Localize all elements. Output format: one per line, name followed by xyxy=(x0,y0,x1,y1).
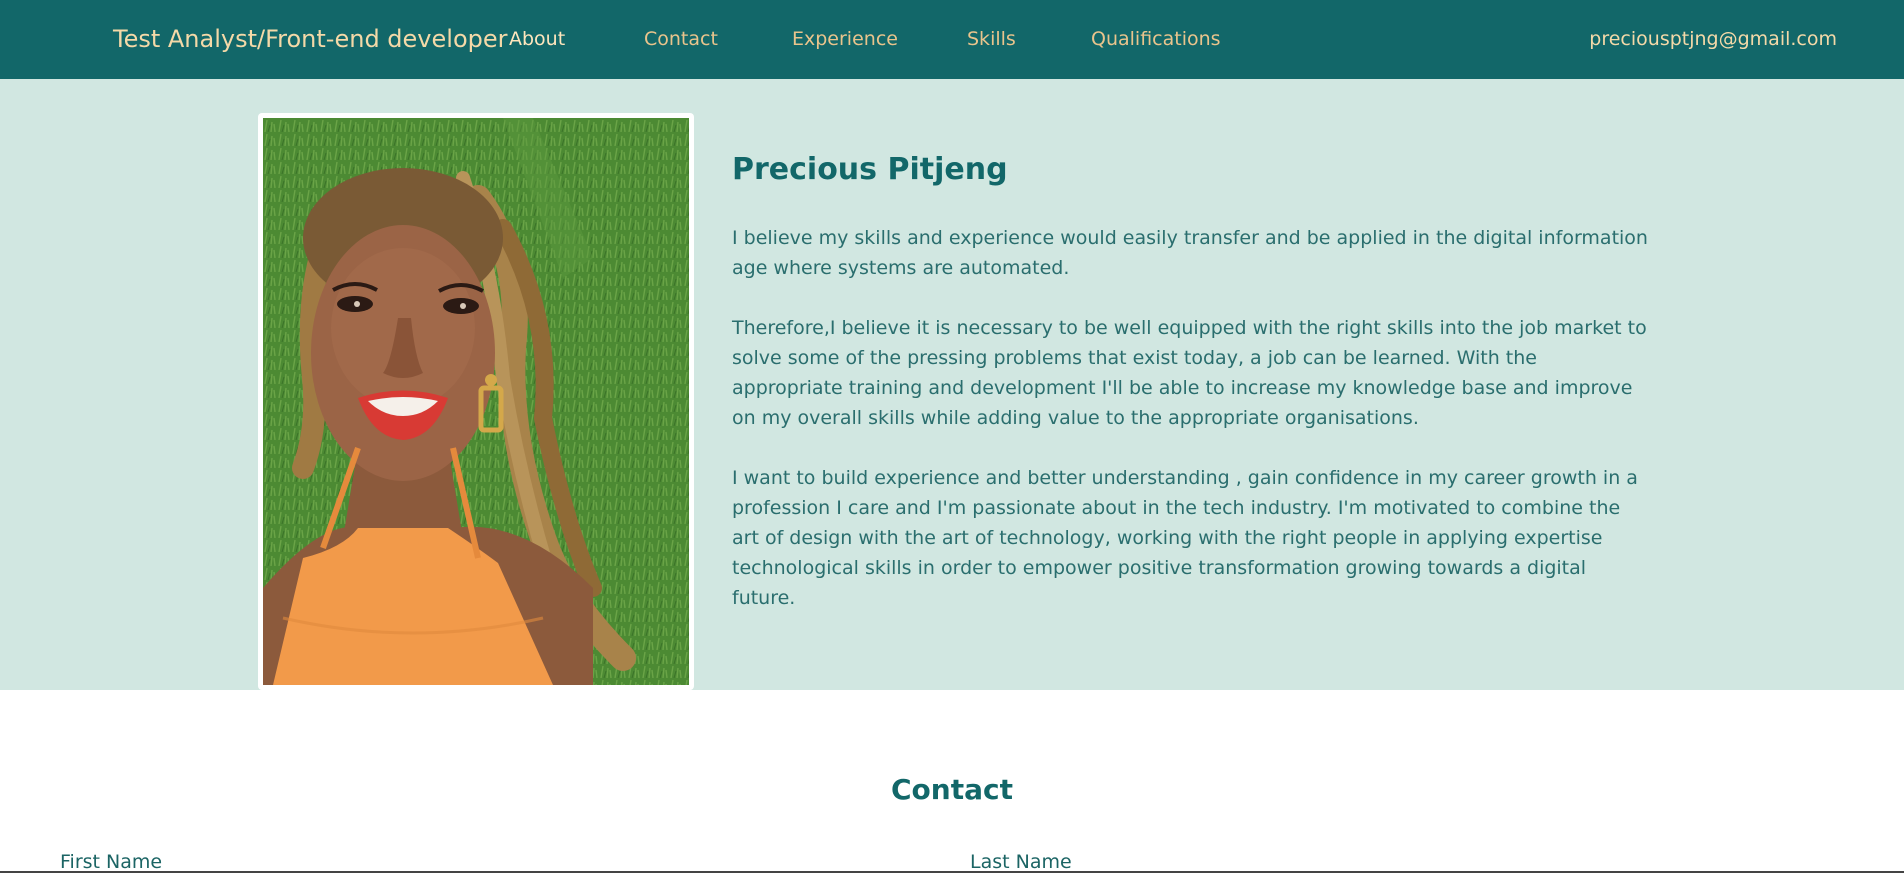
top-navbar: Test Analyst/Front-end developer About C… xyxy=(0,0,1904,79)
about-paragraph-2: Therefore,I believe it is necessary to b… xyxy=(732,317,1647,429)
nav-link-experience[interactable]: Experience xyxy=(792,0,898,79)
nav-link-about[interactable]: About xyxy=(509,0,565,79)
about-section: Precious Pitjeng I believe my skills and… xyxy=(0,79,1904,690)
contact-title: Contact xyxy=(891,773,1013,807)
brand-title[interactable]: Test Analyst/Front-end developer xyxy=(113,0,508,79)
last-name-label: Last Name xyxy=(970,851,1072,873)
nav-link-contact[interactable]: Contact xyxy=(644,0,718,79)
about-text: Precious Pitjeng I believe my skills and… xyxy=(732,152,1650,643)
about-paragraph-1: I believe my skills and experience would… xyxy=(732,227,1648,279)
about-name: Precious Pitjeng xyxy=(732,152,1008,187)
profile-photo-frame xyxy=(258,113,694,690)
email-link[interactable]: preciousptjng@gmail.com xyxy=(1589,0,1837,79)
first-name-label: First Name xyxy=(60,851,163,873)
about-paragraph-3: I want to build experience and better un… xyxy=(732,467,1638,609)
profile-photo xyxy=(263,118,689,685)
nav-link-qualifications[interactable]: Qualifications xyxy=(1091,0,1221,79)
nav-link-skills[interactable]: Skills xyxy=(967,0,1016,79)
